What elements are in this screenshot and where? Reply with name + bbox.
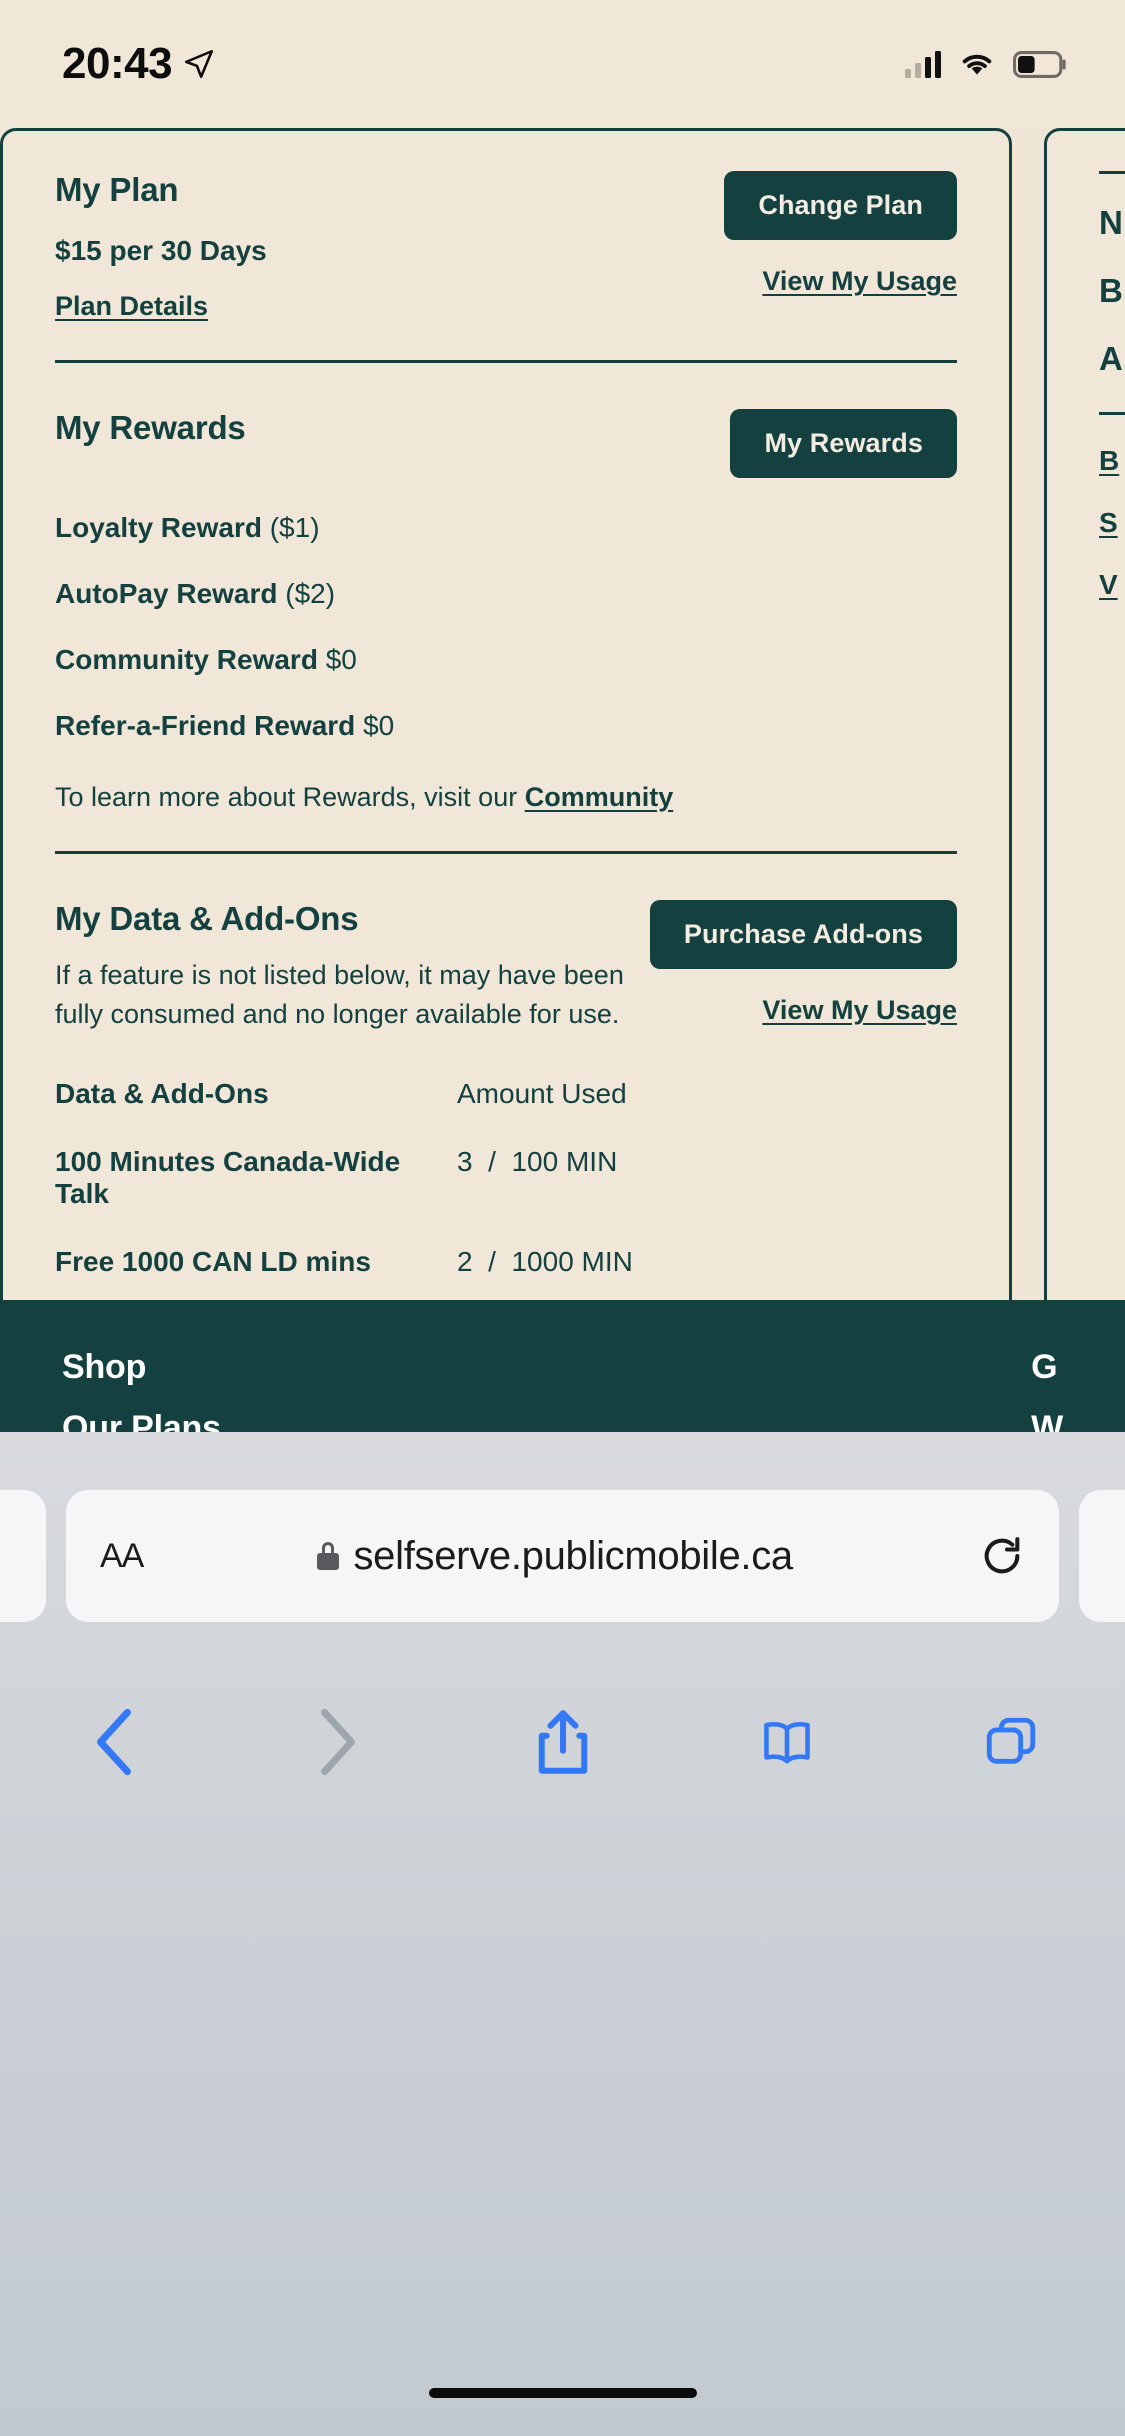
status-bar-time: 20:43 [62, 39, 173, 88]
back-button[interactable] [54, 1692, 174, 1792]
next-card-stub-link[interactable]: S [1099, 507, 1125, 539]
account-summary-card: My Plan $15 per 30 Days Plan Details Cha… [0, 128, 1012, 1300]
wifi-icon [962, 54, 992, 75]
book-icon [763, 1721, 810, 1764]
next-tab-card[interactable] [1079, 1490, 1125, 1622]
change-plan-button[interactable]: Change Plan [724, 171, 957, 240]
reward-row: Refer-a-Friend Reward $0 [55, 710, 957, 742]
plan-view-usage-link[interactable]: View My Usage [762, 266, 957, 297]
addons-table: Data & Add-Ons Amount Used 100 Minutes C… [55, 1078, 957, 1278]
addon-used: 3 [457, 1146, 473, 1178]
address-bar[interactable]: AA selfserve.publicmobile.ca [66, 1490, 1059, 1622]
ios-status-bar: 20:43 [0, 0, 1125, 128]
forward-chevron-icon [321, 1708, 356, 1776]
plan-details-link[interactable]: Plan Details [55, 291, 208, 322]
my-data-addons-title: My Data & Add-Ons [55, 900, 359, 937]
card-divider [1099, 171, 1125, 174]
share-icon [538, 1710, 587, 1774]
reward-row: Community Reward $0 [55, 644, 957, 676]
safari-browser-chrome: AA selfserve.publicmobile.ca [0, 1432, 1125, 2436]
footer-heading-shop: Shop [62, 1348, 147, 1386]
table-row: Free 1000 CAN LD mins 2 / 1000 MIN [55, 1246, 957, 1278]
addon-name: Free 1000 CAN LD mins [55, 1246, 371, 1278]
cellular-signal-icon [905, 50, 941, 78]
my-rewards-section: My Rewards My Rewards Loyalty Reward ($1… [55, 360, 957, 851]
forward-button[interactable] [278, 1692, 398, 1792]
home-indicator [428, 2388, 697, 2398]
safari-tab-strip[interactable]: AA selfserve.publicmobile.ca [0, 1490, 1125, 1622]
tabs-button[interactable] [951, 1692, 1071, 1792]
reward-name: Community Reward [55, 644, 318, 675]
addon-total: 100 MIN [511, 1146, 618, 1178]
table-row: 100 Minutes Canada-Wide Talk 3 / 100 MIN [55, 1146, 957, 1210]
addon-amount: 3 / 100 MIN [457, 1146, 617, 1210]
share-button[interactable] [503, 1692, 623, 1792]
reward-value: ($2) [285, 578, 336, 609]
previous-tab-card[interactable] [0, 1490, 46, 1622]
next-card-stub-link[interactable]: V [1099, 569, 1125, 601]
reward-row: Loyalty Reward ($1) [55, 512, 957, 544]
web-content-viewport[interactable]: My Plan $15 per 30 Days Plan Details Cha… [0, 128, 1125, 1300]
addon-separator: / [488, 1146, 496, 1178]
addons-col-amount: Amount Used [457, 1078, 627, 1110]
url-display[interactable]: selfserve.publicmobile.ca [317, 1533, 793, 1579]
community-link[interactable]: Community [525, 782, 674, 813]
my-plan-title: My Plan [55, 171, 179, 208]
lock-icon [317, 1542, 340, 1570]
footer-heading-secondary: G [1031, 1348, 1058, 1386]
reward-value: $0 [325, 644, 357, 675]
addons-col-name: Data & Add-Ons [55, 1078, 269, 1110]
next-account-card[interactable]: N B A B S V [1044, 128, 1125, 1300]
account-card-carousel[interactable]: My Plan $15 per 30 Days Plan Details Cha… [0, 128, 1125, 1300]
back-chevron-icon [97, 1708, 131, 1776]
addon-amount: 2 / 1000 MIN [457, 1246, 633, 1278]
next-card-stub-link[interactable]: B [1099, 445, 1125, 477]
next-card-stub-line: A [1099, 340, 1123, 377]
reward-name: AutoPay Reward [55, 578, 278, 609]
addon-used: 2 [457, 1246, 473, 1278]
card-divider [1099, 412, 1125, 415]
status-bar-indicators [905, 50, 1067, 78]
reward-value: ($1) [269, 512, 320, 543]
addon-separator: / [488, 1246, 496, 1278]
url-text: selfserve.publicmobile.ca [353, 1533, 793, 1578]
location-arrow-icon [185, 49, 214, 79]
reward-name: Refer-a-Friend Reward [55, 710, 356, 741]
purchase-addons-button[interactable]: Purchase Add-ons [649, 900, 957, 969]
reward-value: $0 [363, 710, 395, 741]
my-rewards-button[interactable]: My Rewards [730, 409, 957, 478]
reload-icon[interactable] [979, 1533, 1025, 1579]
reward-name: Loyalty Reward [55, 512, 262, 543]
status-bar-time-group: 20:43 [62, 39, 216, 89]
my-rewards-title: My Rewards [55, 409, 246, 446]
addons-view-usage-link[interactable]: View My Usage [762, 995, 957, 1026]
addon-name: 100 Minutes Canada-Wide Talk [55, 1146, 401, 1210]
safari-toolbar [0, 1682, 1125, 1802]
reward-row: AutoPay Reward ($2) [55, 578, 957, 610]
next-card-stub-line: B [1099, 272, 1123, 309]
next-card-stub-line: N [1099, 204, 1123, 241]
rewards-learn-more: To learn more about Rewards, visit our C… [55, 782, 957, 813]
bookmarks-button[interactable] [727, 1692, 847, 1792]
rewards-learn-more-text: To learn more about Rewards, visit our [55, 782, 518, 812]
tabs-icon [986, 1717, 1036, 1764]
addon-total: 1000 MIN [511, 1246, 633, 1278]
addons-table-header: Data & Add-Ons Amount Used [55, 1078, 957, 1110]
my-data-addons-section: My Data & Add-Ons If a feature is not li… [55, 851, 957, 1300]
battery-icon [1013, 50, 1066, 78]
plan-price: $15 per 30 Days [55, 235, 267, 266]
addons-note: If a feature is not listed below, it may… [55, 960, 624, 1030]
page-settings-button[interactable]: AA [100, 1537, 144, 1576]
my-plan-section: My Plan $15 per 30 Days Plan Details Cha… [55, 131, 957, 360]
